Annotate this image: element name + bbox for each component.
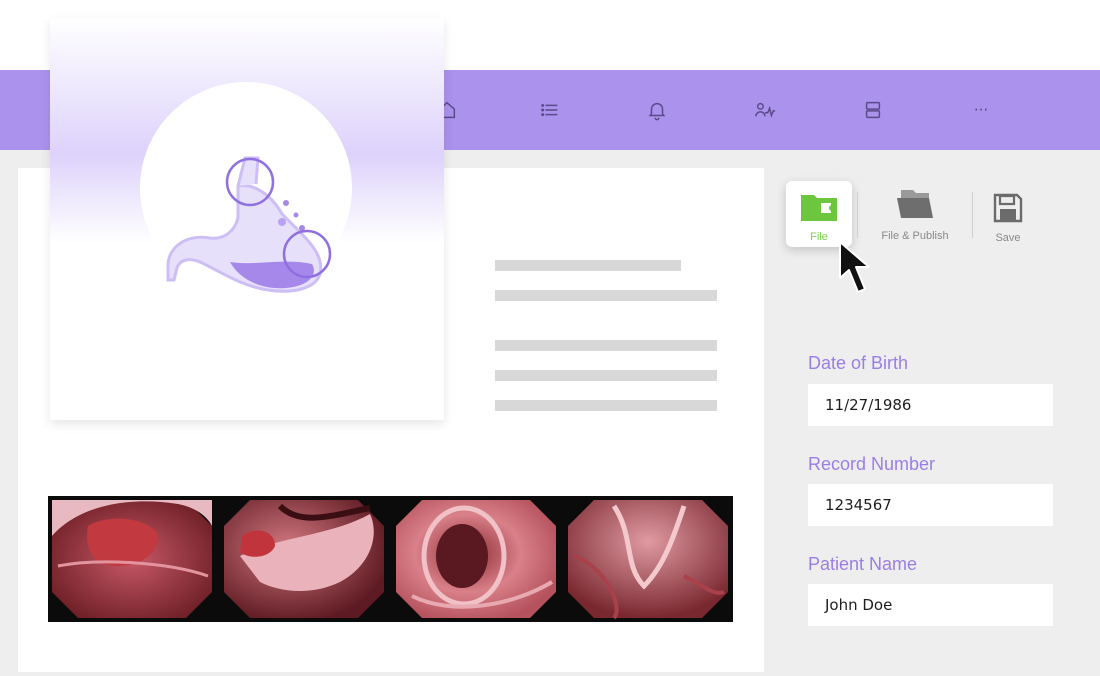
- patient-name-label: Patient Name: [808, 554, 918, 574]
- save-label: Save: [995, 232, 1021, 244]
- text-placeholder-line: [495, 370, 717, 381]
- more-icon[interactable]: ···: [968, 97, 994, 123]
- text-placeholder-line: [495, 340, 717, 351]
- text-placeholder-line: [495, 400, 717, 411]
- list-icon[interactable]: [537, 97, 563, 123]
- save-button[interactable]: Save: [985, 192, 1031, 244]
- users-activity-icon[interactable]: [752, 97, 778, 123]
- file-publish-button[interactable]: File & Publish: [872, 188, 958, 242]
- toolbar-divider: [972, 192, 973, 238]
- stomach-illustration-card: [50, 18, 444, 420]
- patient-name-field[interactable]: John Doe: [808, 584, 1053, 626]
- file-icon: [799, 193, 839, 227]
- server-icon[interactable]: [860, 97, 886, 123]
- folder-icon: [895, 188, 935, 226]
- endoscopy-thumbnail[interactable]: [220, 496, 388, 622]
- stomach-illustration: [140, 82, 352, 294]
- text-placeholder-line: [495, 290, 717, 301]
- record-number-label: Record Number: [808, 454, 936, 474]
- toolbar-divider: [857, 192, 858, 238]
- endoscopy-thumbnail[interactable]: [48, 496, 216, 622]
- endoscopy-image-strip: [48, 496, 733, 622]
- bell-icon[interactable]: [644, 97, 670, 123]
- mouse-cursor-icon: [838, 240, 882, 302]
- save-icon: [992, 192, 1024, 228]
- file-button-label: File: [810, 231, 828, 243]
- dob-field[interactable]: 11/27/1986: [808, 384, 1053, 426]
- record-number-field[interactable]: 1234567: [808, 484, 1053, 526]
- text-placeholder-line: [495, 260, 681, 271]
- file-publish-label: File & Publish: [881, 230, 949, 242]
- endoscopy-thumbnail[interactable]: [564, 496, 732, 622]
- dob-label: Date of Birth: [808, 353, 909, 373]
- file-button[interactable]: File: [786, 181, 852, 247]
- endoscopy-thumbnail[interactable]: [392, 496, 560, 622]
